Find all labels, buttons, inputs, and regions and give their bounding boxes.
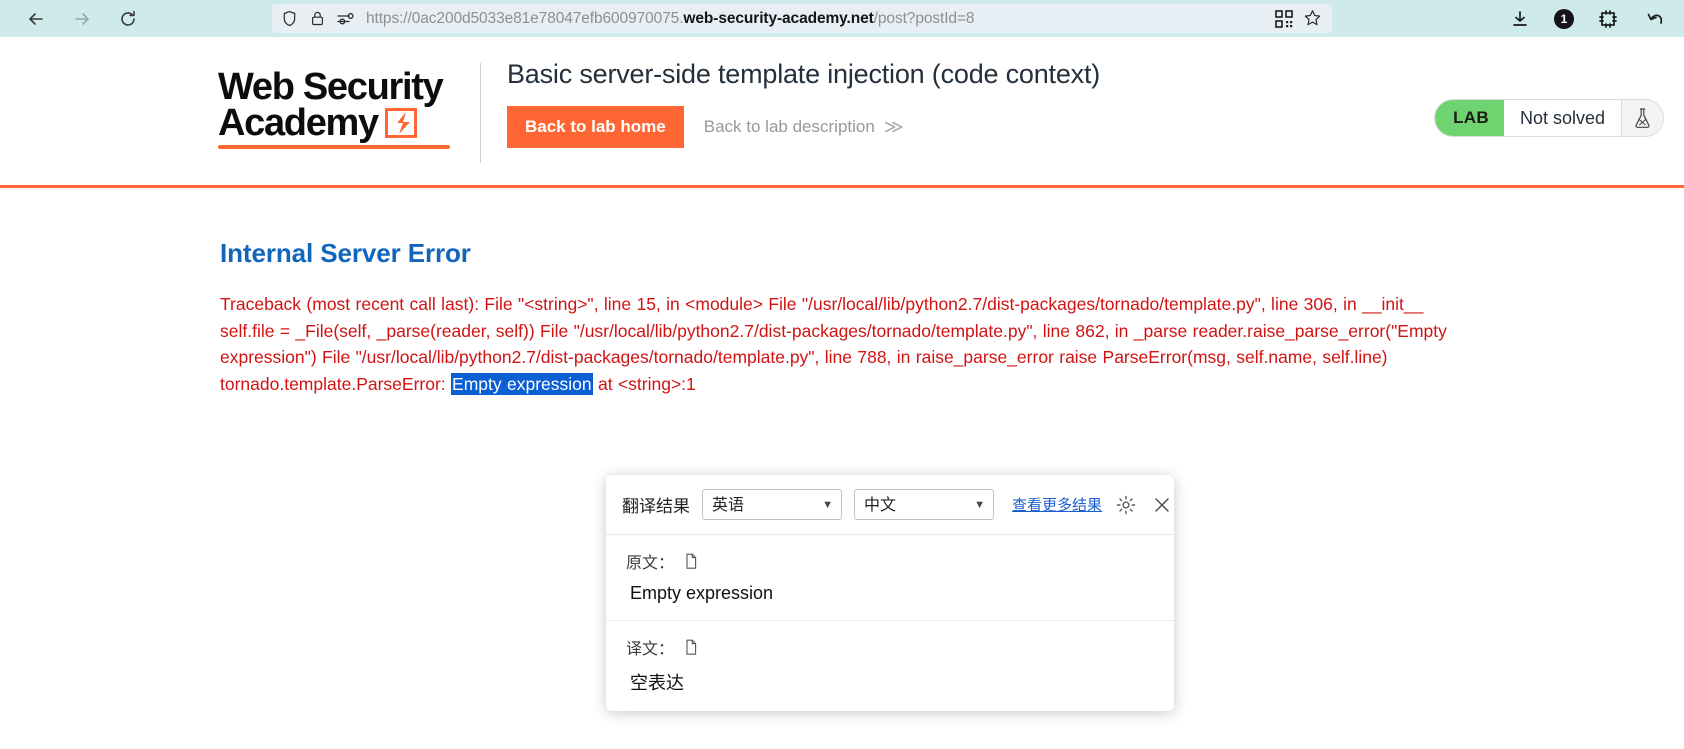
page-body: Web Security Academy Basic server-side t… [0, 37, 1684, 749]
source-text-section: 原文： Empty expression [606, 535, 1174, 620]
target-language-select[interactable]: 中文 [854, 489, 994, 520]
settings-gear-icon[interactable] [1114, 493, 1138, 517]
main-content: Internal Server Error Traceback (most re… [0, 188, 1684, 397]
status-badge-state: Not solved [1503, 100, 1621, 136]
url-path: /post?postId=8 [873, 9, 975, 27]
translate-popup-title: 翻译结果 [622, 497, 690, 517]
target-language-select-wrap: 中文 ▼ [854, 489, 994, 520]
flask-icon[interactable] [1621, 100, 1663, 136]
account-badge-icon[interactable]: 1 [1554, 8, 1574, 29]
extensions-button[interactable] [1594, 5, 1622, 33]
target-label-row: 译文： [626, 635, 1154, 659]
back-arrow-icon [26, 9, 46, 29]
lock-icon[interactable] [308, 9, 327, 28]
traceback-text: Traceback (most recent call last): File … [220, 291, 1464, 397]
url-text[interactable]: https://0ac200d5033e81e78047efb600970075… [364, 10, 1265, 28]
url-subdomain: 0ac200d5033e81e78047efb600970075. [411, 9, 684, 27]
translate-popup-header: 翻译结果 英语 ▼ 中文 ▼ 查看更多结果 [606, 475, 1174, 535]
address-bar-container: https://0ac200d5033e81e78047efb600970075… [272, 4, 1332, 33]
selected-text-highlight[interactable]: Empty expression [451, 372, 593, 395]
copy-icon[interactable] [680, 635, 704, 659]
traceback-part-2: at <string>:1 [592, 373, 696, 394]
undo-button[interactable] [1642, 5, 1670, 33]
copy-icon[interactable] [680, 549, 704, 573]
status-badge: LAB Not solved [1434, 99, 1664, 137]
status-badge-tag: LAB [1435, 100, 1504, 136]
undo-arrow-icon [1646, 9, 1666, 29]
browser-toolbar: https://0ac200d5033e81e78047efb600970075… [0, 0, 1684, 37]
logo-line-1: Web Security [218, 66, 480, 108]
back-to-lab-home-button[interactable]: Back to lab home [507, 106, 684, 148]
shield-icon[interactable] [280, 9, 299, 28]
error-title: Internal Server Error [220, 238, 471, 268]
traceback-part-1: Traceback (most recent call last): File … [220, 294, 1447, 394]
source-label: 原文： [626, 553, 675, 572]
burp-lightning-icon [384, 108, 417, 139]
page-title: Basic server-side template injection (co… [507, 59, 1101, 89]
bookmark-star-icon[interactable] [1303, 9, 1322, 28]
site-header: Web Security Academy Basic server-side t… [0, 37, 1684, 185]
qr-code-icon[interactable] [1274, 9, 1293, 28]
close-icon[interactable] [1150, 493, 1174, 517]
chevron-right-icon: ≫ [883, 116, 904, 138]
logo-underline [218, 144, 450, 149]
address-bar[interactable]: https://0ac200d5033e81e78047efb600970075… [272, 4, 1332, 33]
translate-popup: 翻译结果 英语 ▼ 中文 ▼ 查看更多结果 原文： Empty expressi… [606, 475, 1174, 711]
source-text: Empty expression [630, 583, 774, 603]
site-permissions-icon[interactable] [336, 9, 355, 28]
back-to-lab-description-label: Back to lab description [703, 117, 875, 136]
source-language-select[interactable]: 英语 [702, 489, 842, 520]
logo-text-web-security: Web Security [218, 66, 444, 108]
target-text: 空表达 [630, 673, 684, 694]
extensions-icon [1598, 9, 1618, 29]
source-language-select-wrap: 英语 ▼ [702, 489, 842, 520]
target-label: 译文： [626, 639, 675, 658]
forward-button[interactable] [68, 5, 96, 33]
logo-text-academy: Academy [218, 102, 379, 145]
back-button[interactable] [22, 5, 50, 33]
back-to-lab-description-link[interactable]: Back to lab description ≫ [704, 116, 904, 139]
navigation-buttons [12, 5, 142, 33]
site-logo[interactable]: Web Security Academy [218, 55, 480, 149]
forward-arrow-icon [72, 9, 92, 29]
address-bar-actions [1274, 9, 1324, 28]
browser-right-actions: 1 [1506, 0, 1670, 37]
reload-button[interactable] [114, 5, 142, 33]
view-more-results-link[interactable]: 查看更多结果 [1012, 494, 1102, 515]
downloads-icon [1510, 9, 1530, 29]
reload-icon [118, 9, 138, 29]
url-scheme: https:// [366, 9, 412, 27]
downloads-button[interactable] [1506, 5, 1534, 33]
url-host: web-security-academy.net [683, 9, 874, 27]
logo-line-2: Academy [218, 102, 480, 145]
target-text-section: 译文： 空表达 [606, 620, 1174, 711]
source-label-row: 原文： [626, 549, 1154, 573]
